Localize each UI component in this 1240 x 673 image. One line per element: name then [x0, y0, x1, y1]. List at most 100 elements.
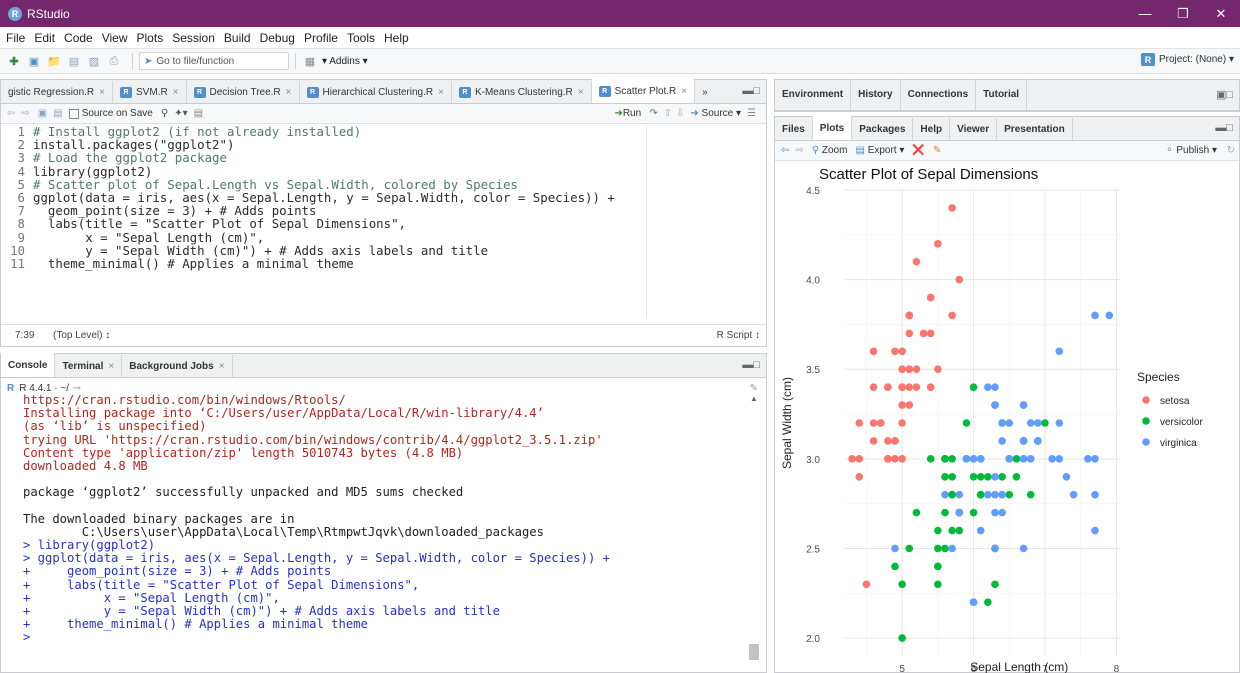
tab-background-jobs[interactable]: Background Jobs × [122, 355, 233, 377]
source-on-save-checkbox[interactable] [68, 108, 79, 119]
source-button[interactable]: ➜ Source ▾ [690, 108, 741, 119]
up-icon[interactable]: ⇧ [664, 108, 672, 119]
tab-connections[interactable]: Connections [901, 79, 977, 110]
new-file-icon[interactable]: ✚ [6, 53, 22, 69]
menu-file[interactable]: File [6, 31, 25, 45]
tab-files[interactable]: Files [775, 118, 813, 140]
menu-session[interactable]: Session [172, 31, 215, 45]
save-icon[interactable]: ▤ [66, 53, 82, 69]
project-menu[interactable]: R Project: (None) ▾ [1140, 53, 1234, 66]
addins-menu[interactable]: ▾ Addins ▾ [322, 56, 368, 67]
restore-icon[interactable]: ❐ [1164, 0, 1202, 27]
close-tab-icon[interactable]: × [286, 87, 292, 98]
clear-plots-icon[interactable]: ✎ [933, 145, 941, 156]
save-file-icon[interactable]: ▤ [53, 108, 62, 119]
rerun-icon[interactable]: ↷ [649, 108, 657, 119]
save-all-icon[interactable]: ▧ [86, 53, 102, 69]
close-tab-icon[interactable]: × [173, 87, 179, 98]
scroll-up-icon[interactable]: ▲ [750, 394, 758, 403]
code-line[interactable]: 3 # Load the ggplot2 package [1, 151, 766, 164]
pane-minimize-icon[interactable]: ▬□ [742, 359, 760, 371]
line-number: 2 [17, 137, 25, 153]
tab-viewer[interactable]: Viewer [950, 118, 998, 140]
code-tools-icon[interactable]: ✦▾ [174, 108, 187, 119]
outline-icon[interactable]: ☰ [747, 108, 756, 119]
menu-plots[interactable]: Plots [137, 31, 164, 45]
console-output[interactable]: https://cran.rstudio.com/bin/windows/Rto… [23, 393, 746, 645]
search-icon[interactable]: ⚲ [161, 108, 168, 119]
scroll-thumb[interactable] [749, 644, 759, 660]
pane-restore-icon[interactable]: ▣□ [1216, 88, 1233, 101]
tab-terminal[interactable]: Terminal × [55, 355, 123, 377]
tab-environment[interactable]: Environment [775, 79, 852, 110]
refresh-icon[interactable]: ↻ [1227, 145, 1235, 156]
close-tab-icon[interactable]: × [681, 86, 687, 97]
filetype-selector[interactable]: R Script ↕ [717, 330, 760, 341]
tab-help[interactable]: Help [913, 118, 951, 140]
code-line[interactable]: 8 labs(title = "Scatter Plot of Sepal Di… [1, 217, 766, 230]
close-icon[interactable]: ✕ [1202, 0, 1240, 27]
tab-kmeans-clustering[interactable]: R K-Means Clustering.R × [452, 81, 592, 103]
tab-packages[interactable]: Packages [852, 118, 914, 140]
publish-button[interactable]: ⚬ Publish ▾ [1165, 145, 1217, 156]
pane-minimize-icon[interactable]: ▬□ [742, 85, 760, 97]
tab-history[interactable]: History [851, 79, 901, 110]
menu-build[interactable]: Build [224, 31, 251, 45]
tab-hierarchical-clustering[interactable]: R Hierarchical Clustering.R × [300, 81, 452, 103]
down-icon[interactable]: ⇩ [676, 108, 684, 119]
menu-profile[interactable]: Profile [304, 31, 338, 45]
new-project-icon[interactable]: ▣ [26, 53, 42, 69]
tab-logistic-regression[interactable]: gistic Regression.R × [1, 81, 113, 103]
code-line[interactable]: 5 # Scatter plot of Sepal.Length vs Sepal… [1, 178, 766, 191]
tab-tutorial[interactable]: Tutorial [976, 79, 1028, 110]
open-file-icon[interactable]: 📁 [46, 53, 62, 69]
menu-help[interactable]: Help [384, 31, 409, 45]
remove-plot-icon[interactable]: ❌ [912, 145, 924, 156]
goto-file-input[interactable]: ➤ Go to file/function [139, 52, 289, 70]
close-tab-icon[interactable]: × [99, 87, 105, 98]
close-tab-icon[interactable]: × [438, 87, 444, 98]
go-to-directory-icon[interactable]: ➙ [73, 383, 81, 394]
source-label: Source [701, 108, 734, 119]
code-editor[interactable]: 1 # Install ggplot2 (if not already insta… [1, 125, 766, 318]
menu-debug[interactable]: Debug [260, 31, 295, 45]
menu-view[interactable]: View [102, 31, 128, 45]
back-icon[interactable]: ⇦ [7, 108, 15, 119]
close-tab-icon[interactable]: × [108, 361, 114, 372]
code-line[interactable]: 4 library(ggplot2) [1, 164, 766, 177]
minimize-icon[interactable]: — [1126, 0, 1164, 27]
previous-plot-icon[interactable]: ⇦ [781, 145, 789, 156]
next-plot-icon[interactable]: ⇨ [795, 145, 803, 156]
forward-icon[interactable]: ⇨ [21, 108, 29, 119]
zoom-button[interactable]: ⚲ Zoom [812, 145, 848, 156]
run-button[interactable]: ➜Run [614, 108, 641, 119]
code-line[interactable]: 11 theme_minimal() # Applies a minimal t… [1, 257, 766, 270]
menu-tools[interactable]: Tools [347, 31, 375, 45]
export-button[interactable]: ▤ Export ▾ [855, 145, 904, 156]
show-in-window-icon[interactable]: ▣ [38, 108, 47, 119]
print-icon[interactable]: ⎙ [106, 53, 122, 69]
more-tabs-button[interactable]: » [695, 81, 715, 103]
tab-console[interactable]: Console [1, 353, 56, 377]
menu-edit[interactable]: Edit [34, 31, 55, 45]
close-tab-icon[interactable]: × [578, 87, 584, 98]
data-point-versicolor [969, 472, 978, 481]
menu-code[interactable]: Code [64, 31, 93, 45]
tab-presentation[interactable]: Presentation [997, 118, 1073, 140]
data-point-setosa [926, 293, 935, 302]
code-line[interactable]: 10 y = "Sepal Width (cm)") + # Adds axis… [1, 243, 766, 256]
tab-decision-tree[interactable]: R Decision Tree.R × [187, 81, 300, 103]
compile-report-icon[interactable]: ▤ [194, 108, 203, 119]
tab-plots[interactable]: Plots [812, 116, 853, 140]
pane-minimize-icon[interactable]: ▬□ [1215, 122, 1233, 134]
tab-scatter-plot[interactable]: R Scatter Plot.R × [591, 79, 696, 103]
data-point-virginica [976, 526, 985, 535]
scope-selector[interactable]: (Top Level) ↕ [53, 330, 110, 341]
line-number: 5 [17, 176, 25, 192]
console-scrollbar[interactable]: ▲ [749, 394, 759, 668]
clear-console-icon[interactable]: ✎ [750, 383, 758, 394]
grid-icon[interactable]: ▦ [302, 53, 318, 69]
code-line[interactable]: 9 x = "Sepal Length (cm)", [1, 230, 766, 243]
close-tab-icon[interactable]: × [219, 361, 225, 372]
tab-svm[interactable]: R SVM.R × [113, 81, 187, 103]
